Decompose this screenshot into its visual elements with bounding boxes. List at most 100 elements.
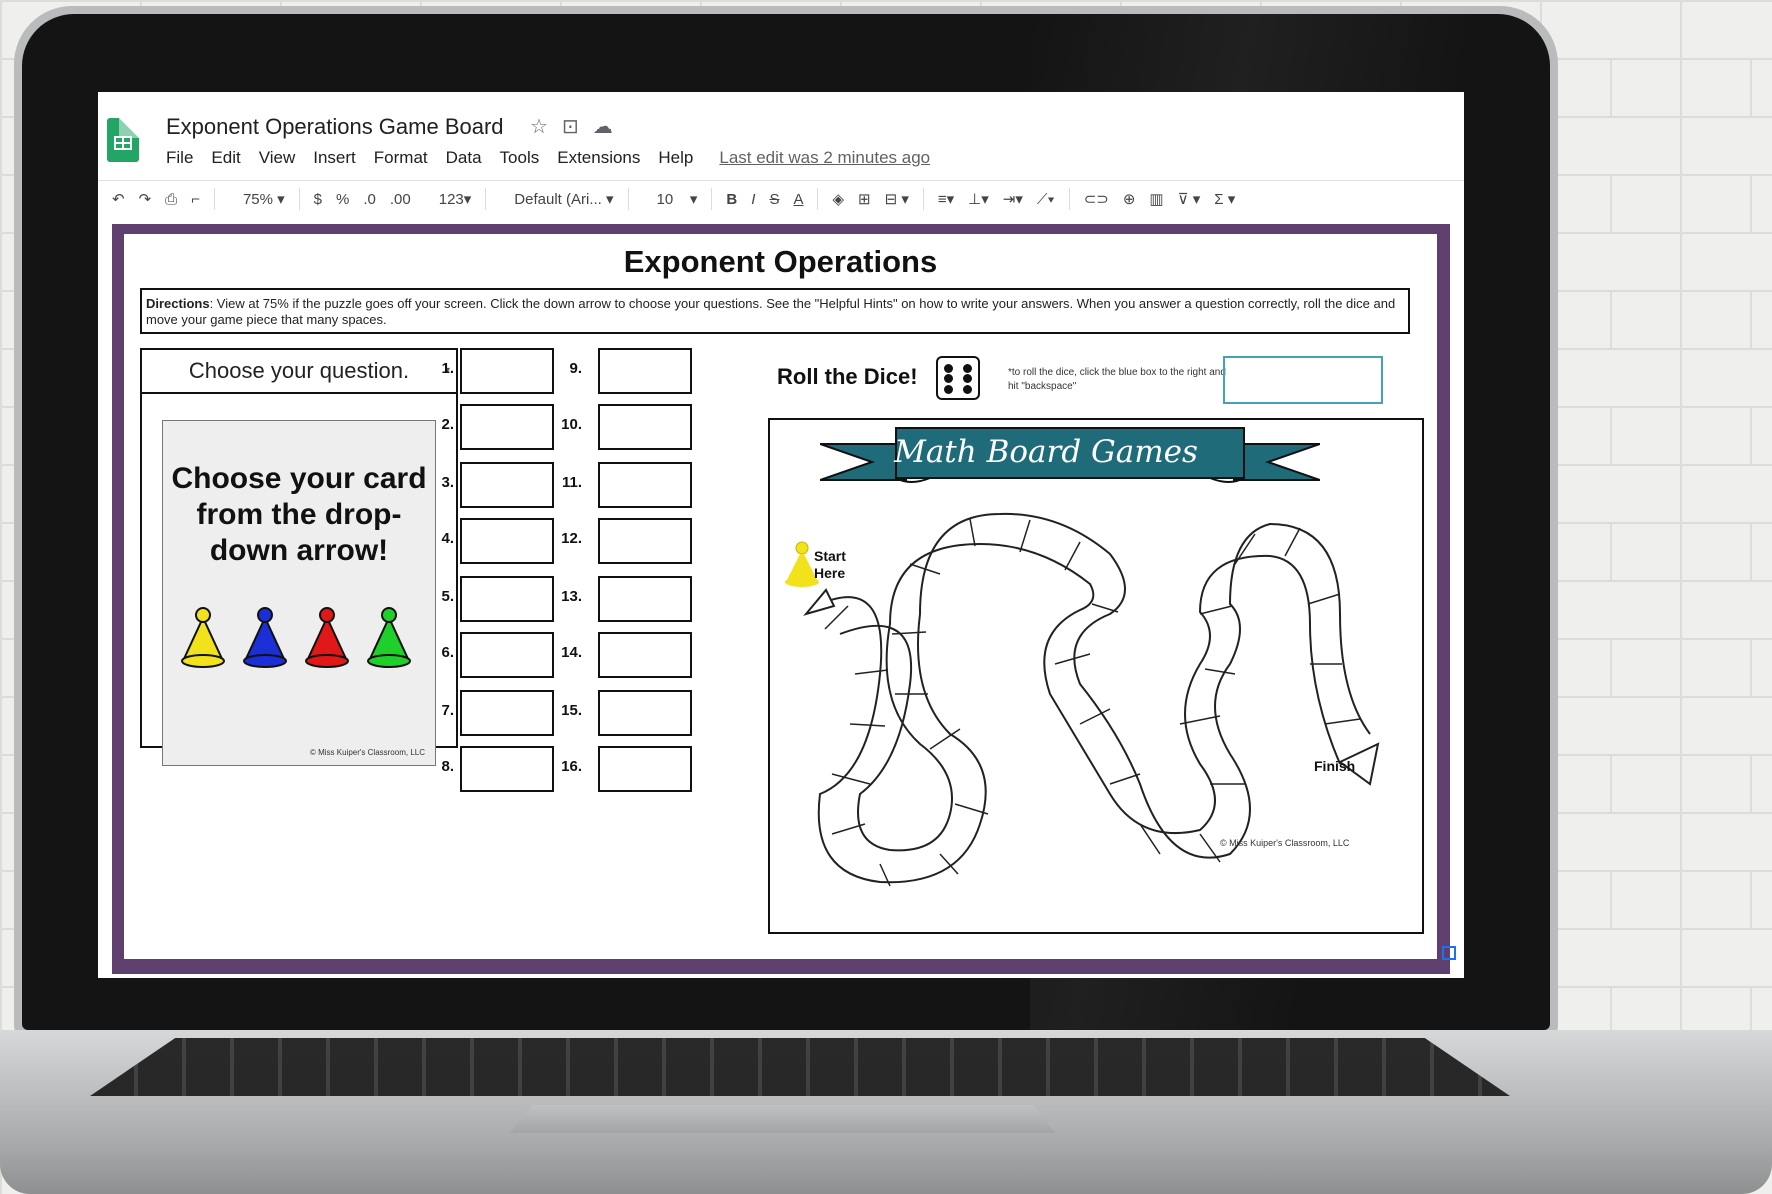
horizontal-align-icon[interactable]: ≡▾ <box>938 190 954 208</box>
dice-roll-cell[interactable] <box>1223 356 1383 404</box>
question-chooser: Choose your question. ▾ Choose your card… <box>140 348 458 766</box>
answer-label-3: 3. <box>441 474 454 491</box>
menu-format[interactable]: Format <box>374 148 428 168</box>
card-copyright: © Miss Kuiper's Classroom, LLC <box>309 748 425 757</box>
answer-label-2: 2. <box>441 416 454 433</box>
game-pieces-graphic <box>181 607 411 668</box>
answer-cell-15[interactable] <box>598 690 692 736</box>
menu-data[interactable]: Data <box>446 148 482 168</box>
font-size-value: 10 <box>656 191 674 208</box>
filter-icon[interactable]: ⊽ ▾ <box>1178 190 1201 208</box>
answer-label-8: 8. <box>441 758 454 775</box>
answer-cell-2[interactable] <box>460 404 554 450</box>
text-color-button[interactable]: A <box>793 191 803 208</box>
menu-insert[interactable]: Insert <box>313 148 356 168</box>
answer-cell-12[interactable] <box>598 518 692 564</box>
insert-link-icon[interactable]: ⊂⊃ <box>1084 190 1109 208</box>
pawn-green-icon <box>367 607 411 668</box>
zoom-value: 75% <box>242 191 273 208</box>
text-wrap-icon[interactable]: ⇥▾ <box>1003 190 1023 208</box>
font-select[interactable]: Default (Ari... ▾ <box>500 190 613 208</box>
pawn-red-icon <box>305 607 349 668</box>
redo-icon[interactable]: ↷ <box>139 190 152 208</box>
question-card: Choose your card from the drop-down arro… <box>162 420 436 766</box>
answer-cell-6[interactable] <box>460 632 554 678</box>
answer-cell-4[interactable] <box>460 518 554 564</box>
strikethrough-button[interactable]: S <box>769 191 779 208</box>
number-format-select[interactable]: 123▾ <box>425 190 472 208</box>
last-edit-link[interactable]: Last edit was 2 minutes ago <box>719 148 930 168</box>
paint-format-icon[interactable]: ⌐ <box>191 191 200 208</box>
fill-color-icon[interactable]: ◈ <box>832 190 844 208</box>
functions-icon[interactable]: Σ ▾ <box>1214 190 1235 208</box>
menu-bar: File Edit View Insert Format Data Tools … <box>166 148 930 168</box>
vertical-align-icon[interactable]: ⊥▾ <box>968 190 989 208</box>
answer-cell-16[interactable] <box>598 746 692 792</box>
laptop-screen: Exponent Operations Game Board ☆⊡☁ File … <box>98 92 1464 978</box>
answer-cell-9[interactable] <box>598 348 692 394</box>
answer-cell-14[interactable] <box>598 632 692 678</box>
insert-comment-icon[interactable]: ⊕ <box>1123 190 1136 208</box>
answer-cell-13[interactable] <box>598 576 692 622</box>
increase-decimal-button[interactable]: .00 <box>390 191 411 208</box>
roll-dice-note: *to roll the dice, click the blue box to… <box>1008 367 1226 392</box>
answer-label-11: 11. <box>561 474 582 491</box>
menu-view[interactable]: View <box>259 148 296 168</box>
insert-chart-icon[interactable]: ▥ <box>1149 190 1163 208</box>
decrease-decimal-button[interactable]: .0 <box>363 191 376 208</box>
sheet-canvas: Exponent Operations Directions: View at … <box>124 234 1437 959</box>
dice-icon <box>936 356 980 400</box>
answer-cell-8[interactable] <box>460 746 554 792</box>
selection-handle[interactable] <box>1442 946 1456 960</box>
answer-label-13: 13. <box>561 588 582 605</box>
answer-cell-3[interactable] <box>460 462 554 508</box>
title-icons: ☆⊡☁ <box>530 114 627 139</box>
card-instructions: Choose your card from the drop-down arro… <box>171 462 427 567</box>
menu-help[interactable]: Help <box>658 148 693 168</box>
page-title: Exponent Operations <box>623 244 938 279</box>
answer-label-15: 15. <box>561 702 582 719</box>
percent-button[interactable]: % <box>336 191 349 208</box>
pawn-yellow-icon <box>181 607 225 668</box>
text-rotate-icon[interactable]: ⟋▾ <box>1037 191 1055 208</box>
font-size-select[interactable]: 10 ▾ <box>643 190 698 208</box>
laptop-keyboard <box>90 1038 1510 1096</box>
document-title[interactable]: Exponent Operations Game Board <box>166 114 504 140</box>
answer-cell-7[interactable] <box>460 690 554 736</box>
star-icon[interactable]: ☆ <box>530 116 562 138</box>
zoom-select[interactable]: 75% ▾ <box>229 190 285 208</box>
menu-tools[interactable]: Tools <box>500 148 540 168</box>
answer-cell-11[interactable] <box>598 462 692 508</box>
answer-label-14: 14. <box>561 644 582 661</box>
answer-cell-1[interactable] <box>460 348 554 394</box>
roll-dice-title: Roll the Dice! <box>777 364 918 389</box>
move-folder-icon[interactable]: ⊡ <box>562 116 593 138</box>
menu-file[interactable]: File <box>166 148 193 168</box>
toolbar-divider <box>711 188 713 210</box>
question-dropdown-value: Choose your question. <box>188 358 410 383</box>
question-dropdown[interactable]: Choose your question. ▾ <box>142 350 456 394</box>
bold-button[interactable]: B <box>726 191 737 208</box>
answer-label-7: 7. <box>441 702 454 719</box>
cloud-status-icon[interactable]: ☁ <box>593 116 627 138</box>
undo-icon[interactable]: ↶ <box>112 190 125 208</box>
answer-cell-5[interactable] <box>460 576 554 622</box>
answer-label-1: 1. <box>441 360 454 377</box>
toolbar-divider <box>817 188 819 210</box>
answer-label-9: 9. <box>569 360 582 377</box>
menu-extensions[interactable]: Extensions <box>557 148 640 168</box>
answer-label-5: 5. <box>441 588 454 605</box>
answer-cell-10[interactable] <box>598 404 692 450</box>
menu-edit[interactable]: Edit <box>211 148 240 168</box>
print-icon[interactable]: ⎙ <box>165 191 177 208</box>
sheets-logo-icon[interactable] <box>107 118 139 162</box>
start-label-line-1: Start <box>814 548 846 564</box>
start-label-line-2: Here <box>814 565 846 581</box>
formatting-toolbar: ↶ ↷ ⎙ ⌐ 75% ▾ $ % .0 .00 123▾ Default (A… <box>98 180 1464 217</box>
borders-icon[interactable]: ⊞ <box>858 190 871 208</box>
toolbar-divider <box>1068 188 1070 210</box>
currency-button[interactable]: $ <box>314 191 322 208</box>
merge-cells-icon[interactable]: ⊟ ▾ <box>885 190 909 208</box>
italic-button[interactable]: I <box>751 191 755 208</box>
sheet-purple-frame: Exponent Operations Directions: View at … <box>112 224 1456 974</box>
